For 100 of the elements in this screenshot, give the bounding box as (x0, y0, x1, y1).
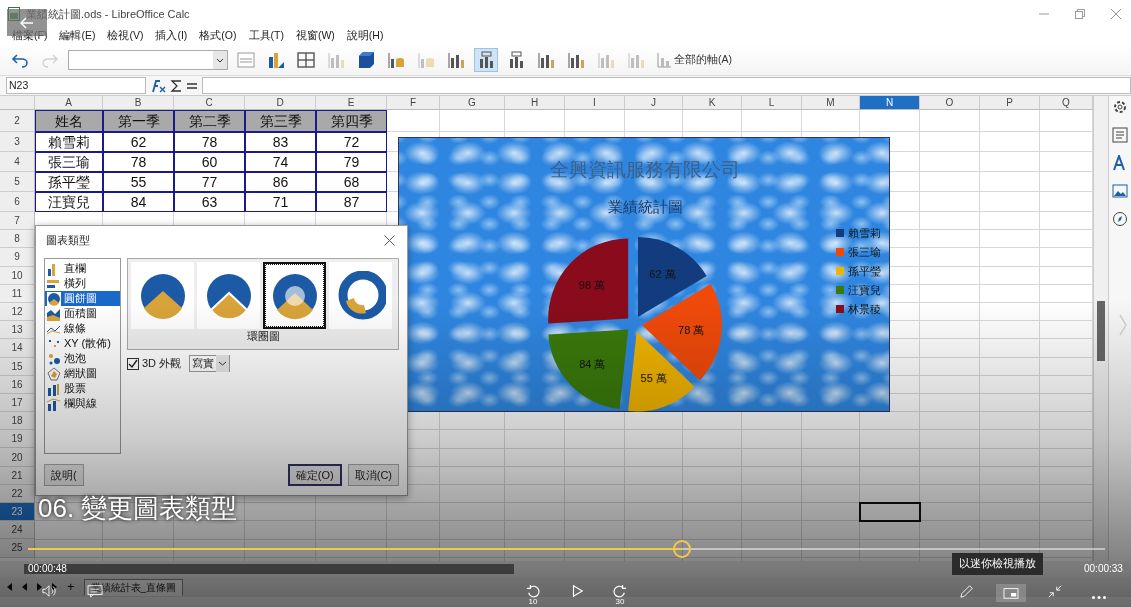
chart-type-item[interactable]: 線條 (45, 321, 120, 336)
chart-variant-option[interactable] (131, 262, 194, 329)
pen-icon (958, 584, 976, 598)
chart-variant-option[interactable] (263, 262, 326, 329)
dialog-button[interactable]: 確定(O) (287, 464, 342, 486)
menu-item[interactable]: 檢視(V) (107, 28, 144, 44)
first-sheet-icon[interactable] (6, 583, 13, 591)
table-cell: 71 (245, 192, 316, 212)
chart-type-item[interactable]: 圓餅圖 (45, 291, 120, 306)
column-header[interactable]: N (860, 96, 920, 110)
column-header[interactable]: G (440, 96, 505, 110)
last-sheet-icon[interactable] (51, 583, 58, 591)
row-header[interactable]: 20 (0, 448, 35, 467)
row-header[interactable]: 9 (0, 248, 35, 267)
column-header[interactable]: E (316, 96, 387, 110)
column-header[interactable]: M (802, 96, 860, 110)
row-header[interactable]: 19 (0, 430, 35, 449)
video-caption: 06. 變更圖表類型 (38, 492, 238, 525)
chart-tool-button[interactable] (474, 47, 498, 72)
gallery-icon[interactable] (1112, 183, 1128, 199)
column-header[interactable]: D (245, 96, 316, 110)
close-button[interactable] (382, 232, 397, 248)
column-header[interactable]: Q (1040, 96, 1093, 110)
shrink-button[interactable] (1046, 584, 1064, 598)
menu-item[interactable]: 工具(T) (248, 28, 284, 44)
progress-handle[interactable] (672, 540, 691, 558)
row-header[interactable]: 6 (0, 192, 35, 212)
column-header[interactable]: H (505, 96, 565, 110)
row-header[interactable]: 25 (0, 539, 35, 558)
column-header[interactable]: F (387, 96, 440, 110)
chart-type-item[interactable]: 泡泡 (45, 351, 120, 366)
column-header[interactable]: I (565, 96, 625, 110)
scrollbar-thumb[interactable] (1097, 301, 1105, 361)
previous-sheet-icon[interactable] (21, 583, 28, 591)
skip-forward-button[interactable]: 30 (611, 584, 629, 606)
column-header[interactable]: A (35, 96, 103, 110)
chart-type-item[interactable]: 欄與線 (45, 396, 120, 411)
column-header[interactable]: O (920, 96, 980, 110)
menu-item[interactable]: 插入(I) (155, 28, 188, 44)
column-header[interactable]: P (980, 96, 1040, 110)
row-header[interactable]: 8 (0, 230, 35, 249)
table-cell: 78 (103, 152, 174, 172)
volume-button[interactable] (40, 584, 58, 598)
formula-input-field[interactable] (202, 77, 1131, 94)
chart-type-item[interactable]: 橫列 (45, 276, 120, 291)
row-header[interactable]: 7 (0, 212, 35, 231)
settings-icon[interactable] (1112, 99, 1128, 115)
menu-item[interactable]: 編輯(E) (59, 28, 96, 44)
styles-icon[interactable] (1112, 155, 1128, 171)
variant-caption: 環圈圖 (245, 329, 281, 343)
close-icon[interactable] (1111, 9, 1121, 19)
column-header[interactable]: B (103, 96, 174, 110)
axes-button[interactable]: 全部的軸(A) (654, 48, 735, 71)
mini-view-button[interactable] (996, 584, 1026, 602)
row-header[interactable]: 5 (0, 172, 35, 192)
name-box-field[interactable]: N23 (6, 77, 146, 94)
vertical-scrollbar[interactable] (1093, 96, 1108, 561)
dialog-button[interactable]: 取消(C) (347, 464, 399, 486)
chart-type-item[interactable]: XY (散佈) (45, 336, 120, 351)
next-sheet-icon[interactable] (36, 583, 43, 591)
menu-item[interactable]: 視窗(W) (295, 28, 335, 44)
restore-icon[interactable] (1075, 9, 1085, 19)
row-header[interactable]: 13 (0, 321, 35, 340)
legend-label: 汪寶兒 (848, 284, 881, 296)
chart-type-item[interactable]: 網狀圖 (45, 366, 120, 381)
draw-button[interactable] (958, 584, 976, 598)
more-button[interactable] (1092, 596, 1106, 599)
column-header[interactable]: J (625, 96, 683, 110)
table-cell: 孫平瑩 (35, 172, 103, 192)
row-header[interactable]: 18 (0, 412, 35, 431)
row-header[interactable]: 4 (0, 152, 35, 172)
column-header[interactable]: C (174, 96, 245, 110)
navigator-icon[interactable] (1112, 211, 1128, 227)
chart-variant-option[interactable] (329, 262, 392, 329)
chart-type-item[interactable]: 面積圖 (45, 306, 120, 321)
row-header[interactable]: 2 (0, 110, 35, 132)
chart-type-icon (47, 381, 61, 396)
grid-icon (297, 50, 315, 69)
row-header[interactable]: 24 (0, 521, 35, 540)
column-header[interactable]: K (683, 96, 742, 110)
three-d-checkbox[interactable]: 3D 外觀 (127, 355, 182, 372)
menu-item[interactable]: 說明(H) (346, 28, 384, 44)
cell-cursor[interactable] (859, 502, 921, 523)
row-header[interactable]: 3 (0, 132, 35, 152)
chart-type-item[interactable]: 股票 (45, 381, 120, 396)
add-sheet-button[interactable]: + (66, 577, 76, 597)
dialog-title: 圖表類型 (46, 232, 90, 248)
sum-icon[interactable] (170, 78, 182, 93)
dialog-button[interactable]: 說明( (44, 464, 84, 486)
skip-back-button[interactable]: 10 (524, 584, 542, 606)
horizontal-scrollbar-thumb[interactable] (24, 564, 514, 574)
chart-variant-option[interactable] (197, 262, 260, 329)
chart-type-item[interactable]: 直欄 (45, 261, 120, 276)
function-wizard-icon[interactable] (150, 78, 166, 93)
row-header[interactable]: 14 (0, 339, 35, 358)
sheet-tab[interactable]: 業績統計表_直條圖 (83, 578, 184, 596)
column-header[interactable]: L (742, 96, 802, 110)
menu-item[interactable]: 格式(O) (199, 28, 237, 44)
shape-dropdown[interactable]: 寫實 (189, 355, 231, 372)
row-header[interactable]: 23 (0, 503, 35, 522)
